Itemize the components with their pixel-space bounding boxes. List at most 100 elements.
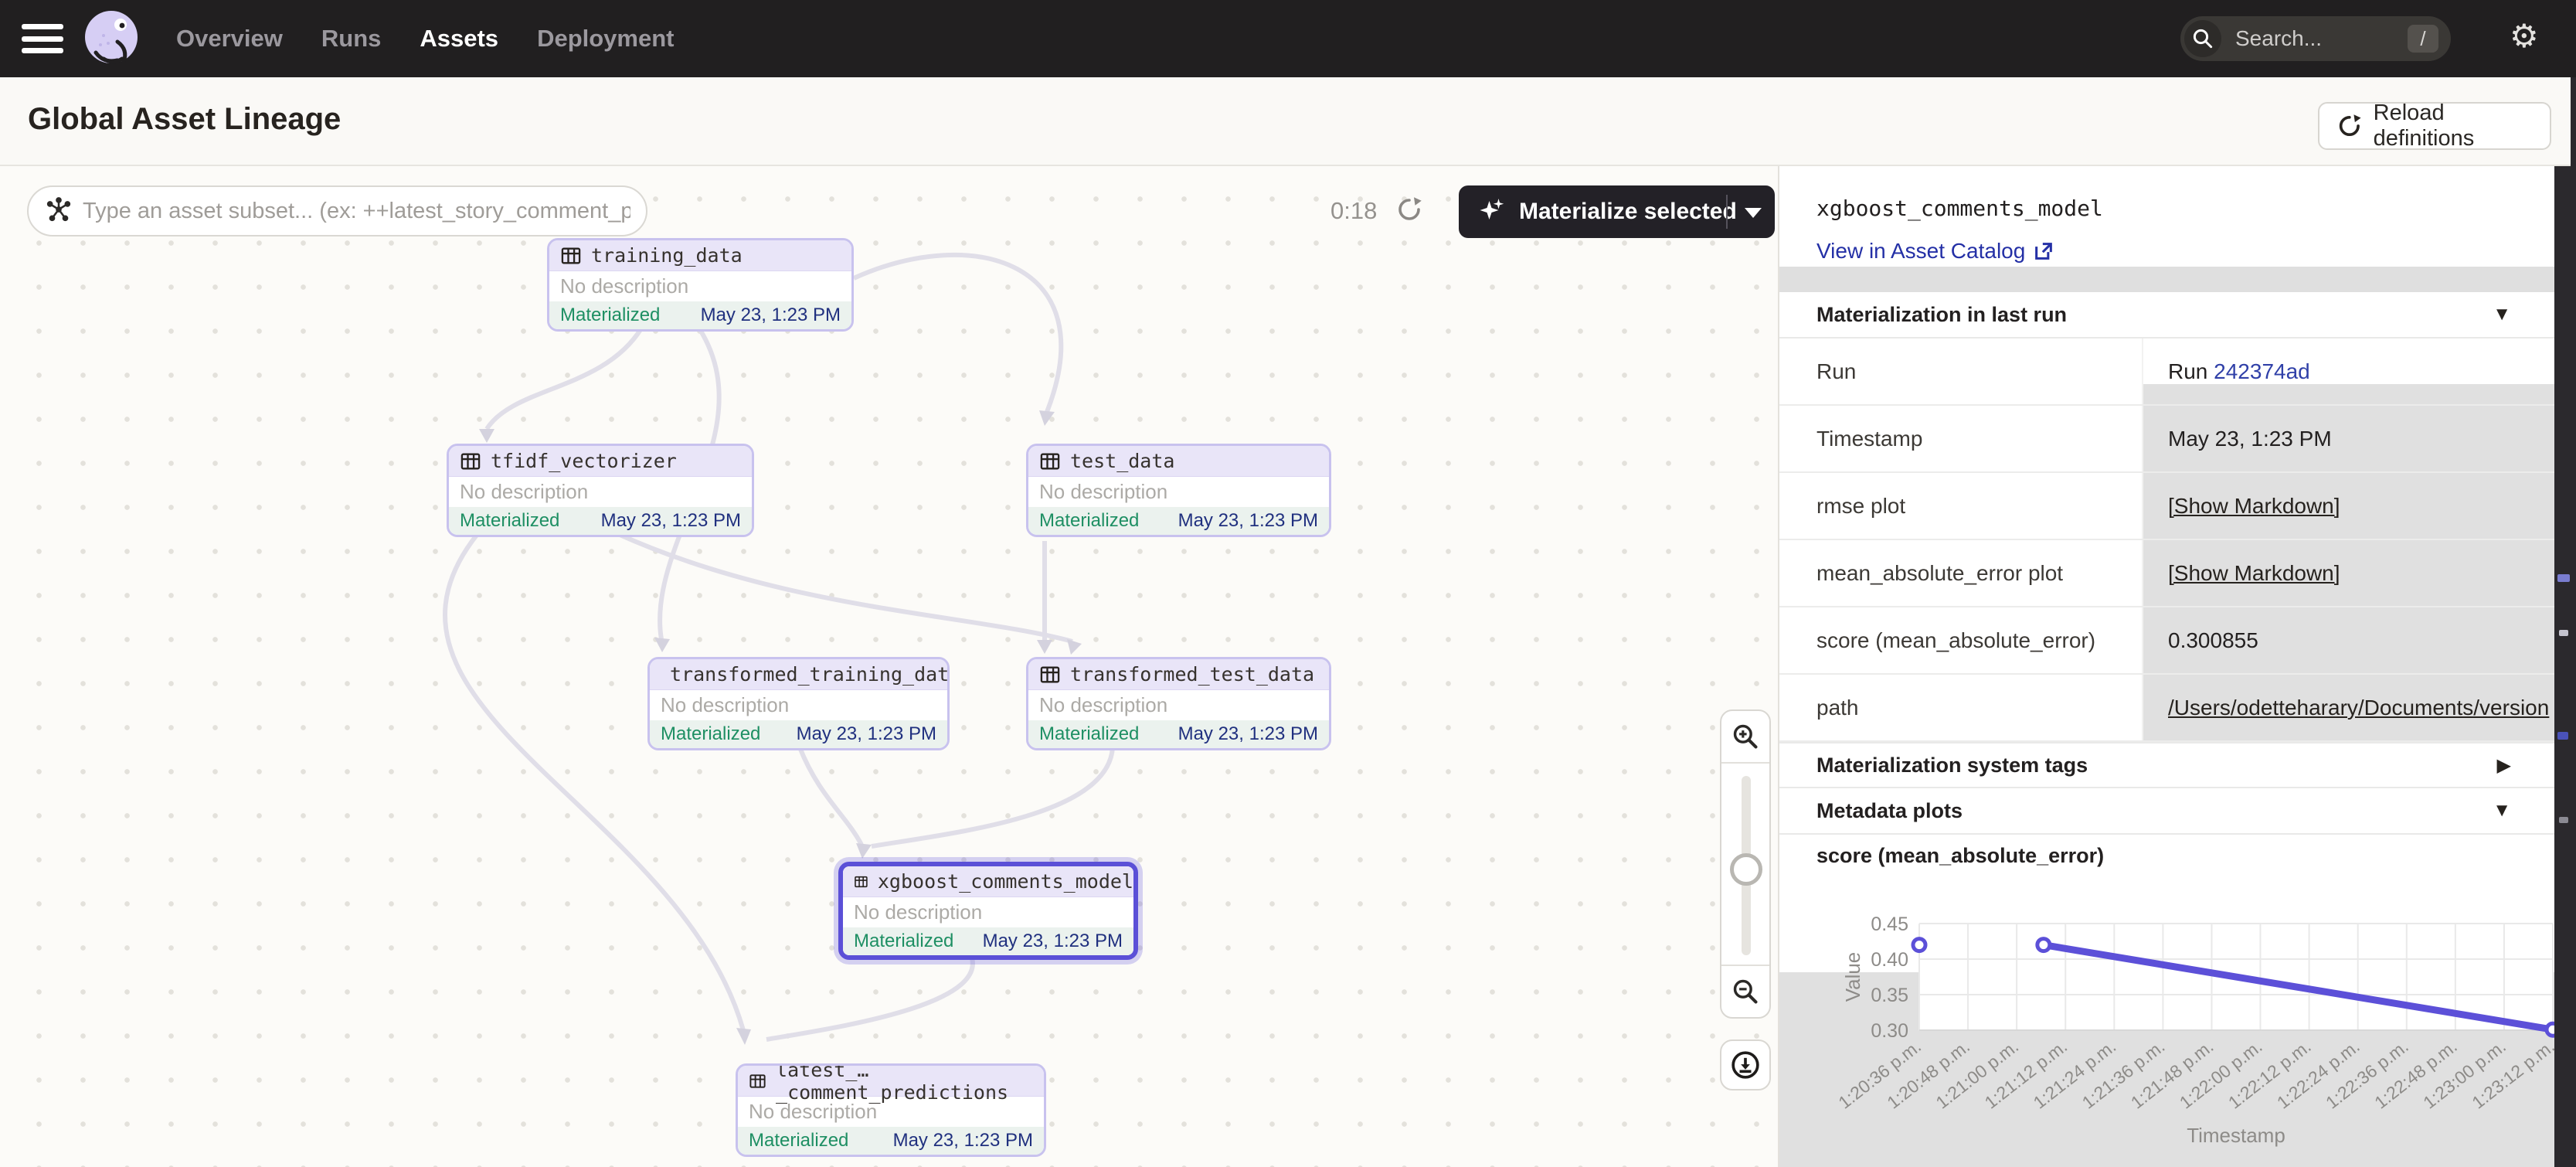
- node-timestamp: May 23, 1:23 PM: [797, 723, 936, 745]
- table-icon: [1039, 451, 1061, 472]
- metadata-row-Run: RunRun 242374ad: [1779, 339, 2556, 406]
- score-line-chart[interactable]: 0.450.400.350.301:20:36 p.m.1:20:48 p.m.…: [1779, 835, 2556, 1167]
- zoom-slider-knob[interactable]: [1730, 853, 1762, 886]
- section-materialization-last-run[interactable]: Materialization in last run ▼: [1779, 292, 2556, 339]
- metadata-value[interactable]: [Show Markdown]: [2142, 540, 2556, 606]
- node-description: No description: [843, 897, 1133, 927]
- chevron-right-icon: ▶: [2497, 754, 2511, 777]
- node-footer: Materialized May 23, 1:23 PM: [738, 1127, 1044, 1155]
- node-status: Materialized: [749, 1130, 848, 1152]
- download-icon: [1730, 1050, 1761, 1080]
- metadata-value[interactable]: Run 242374ad: [2142, 339, 2556, 404]
- external-link-icon: [2033, 240, 2054, 262]
- asset-node-latest_-_comment_predictions[interactable]: latest_…_comment_predictionsNo descripti…: [736, 1063, 1046, 1157]
- chevron-down-icon: ▼: [2493, 304, 2511, 325]
- node-header: test_data: [1028, 446, 1329, 477]
- metadata-row-score-mean_absolute_error-: score (mean_absolute_error)0.300855: [1779, 607, 2556, 675]
- asset-lineage-graph[interactable]: training_data No description Materialized M…: [0, 166, 1778, 1167]
- node-name: tfidf_vectorizer: [491, 450, 677, 472]
- asset-subset-input[interactable]: [83, 199, 630, 224]
- sparkle-icon: [1479, 196, 1507, 228]
- search-placeholder: Search...: [2235, 26, 2408, 51]
- section-metadata-plots[interactable]: Metadata plots ▼: [1779, 788, 2556, 835]
- metadata-row-mean_absolute_error-plot: mean_absolute_error plot [Show Markdown]: [1779, 540, 2556, 607]
- nav-item-deployment[interactable]: Deployment: [537, 25, 674, 53]
- top-nav: Overview Runs Assets Deployment Search... /…: [0, 0, 2576, 77]
- section-label: Materialization system tags: [1816, 754, 2088, 777]
- value-link[interactable]: [Show Markdown]: [2168, 561, 2340, 585]
- node-name: transformed_training_data: [670, 663, 950, 686]
- asset-graph-icon: [46, 196, 72, 226]
- view-in-asset-catalog-link[interactable]: View in Asset Catalog: [1816, 239, 2054, 264]
- node-header: training_data: [549, 240, 851, 271]
- chevron-down-icon: ▼: [2493, 800, 2511, 822]
- node-header: latest_…_comment_predictions: [738, 1066, 1044, 1097]
- node-name: xgboost_comments_model: [878, 870, 1133, 893]
- nav-item-runs[interactable]: Runs: [321, 25, 382, 53]
- section-materialization-system-tags[interactable]: Materialization system tags ▶: [1779, 742, 2556, 788]
- materialize-dropdown-caret[interactable]: [1745, 208, 1762, 218]
- metadata-value[interactable]: /Users/odetteharary/Documents/version: [2142, 675, 2556, 740]
- node-footer: MaterializedMay 23, 1:23 PM: [449, 507, 752, 535]
- timer-refresh-icon[interactable]: [1395, 196, 1423, 227]
- node-header: tfidf_vectorizer: [449, 446, 752, 477]
- panel-scrollbar-track[interactable]: [1779, 267, 2556, 292]
- nav-item-assets[interactable]: Assets: [420, 25, 498, 53]
- settings-gear-icon[interactable]: ⚙: [2510, 17, 2539, 55]
- asset-name-title: xgboost_comments_model: [1816, 196, 2103, 221]
- dagster-logo-icon[interactable]: [77, 5, 145, 77]
- run-id-link[interactable]: 242374ad: [2214, 359, 2310, 383]
- search-bar[interactable]: Search... /: [2180, 16, 2451, 61]
- node-footer: Materialized May 23, 1:23 PM: [1028, 507, 1329, 535]
- node-name: transformed_test_data: [1070, 663, 1314, 686]
- node-name: training_data: [591, 244, 743, 267]
- node-status: Materialized: [1039, 723, 1139, 745]
- node-status: Materialized: [854, 931, 953, 952]
- table-icon: [460, 451, 481, 472]
- menu-icon[interactable]: [22, 24, 63, 53]
- nav-item-overview[interactable]: Overview: [176, 25, 283, 53]
- materialize-selected-button[interactable]: Materialize selected: [1459, 185, 1775, 238]
- table-icon: [854, 871, 868, 893]
- refresh-timer: 0:18: [1330, 197, 1377, 225]
- metadata-value: 0.300855: [2142, 607, 2556, 673]
- reload-definitions-button[interactable]: Reload definitions: [2318, 102, 2551, 150]
- metadata-table: RunRun 242374adTimestampMay 23, 1:23 PMr…: [1779, 339, 2556, 742]
- asset-node-transformed_test_data[interactable]: transformed_test_data No description Mater…: [1026, 657, 1331, 750]
- node-header: xgboost_comments_model: [843, 866, 1133, 897]
- node-description: No description: [1028, 690, 1329, 720]
- download-graph-button[interactable]: [1720, 1039, 1771, 1090]
- dagster-app: Overview Runs Assets Deployment Search... /…: [0, 0, 2576, 1167]
- svg-text:0.40: 0.40: [1871, 949, 1908, 971]
- asset-node-test_data[interactable]: test_dataNo description Materialized May 2…: [1026, 444, 1331, 537]
- asset-node-training_data[interactable]: training_dataNo descriptionMaterializedM…: [547, 238, 854, 332]
- metadata-key: score (mean_absolute_error): [1779, 607, 2142, 673]
- zoom-out-button[interactable]: [1721, 965, 1769, 1017]
- asset-node-xgboost_comments_model[interactable]: xgboost_comments_model No description Mate…: [838, 862, 1138, 960]
- metadata-key: mean_absolute_error plot: [1779, 540, 2142, 606]
- section-label: Materialization in last run: [1816, 303, 2067, 327]
- asset-node-transformed_training_data[interactable]: transformed_training_dataNo descriptionM…: [647, 657, 950, 750]
- metadata-row-path: path/Users/odetteharary/Documents/versio…: [1779, 675, 2556, 742]
- right-scrollbar[interactable]: [2554, 166, 2576, 1167]
- zoom-in-button[interactable]: [1721, 711, 1769, 764]
- node-header: transformed_test_data: [1028, 659, 1329, 690]
- node-status: Materialized: [1039, 510, 1139, 532]
- chart-title: score (mean_absolute_error): [1816, 844, 2104, 868]
- node-description: No description: [1028, 477, 1329, 507]
- button-divider: [1726, 195, 1728, 229]
- asset-node-tfidf_vectorizer[interactable]: tfidf_vectorizerNo descriptionMaterializ…: [447, 444, 754, 537]
- asset-details-panel: xgboost_comments_model View in Asset Cat…: [1778, 166, 2554, 1167]
- metadata-row-Timestamp: TimestampMay 23, 1:23 PM: [1779, 406, 2556, 473]
- metadata-value: May 23, 1:23 PM: [2142, 406, 2556, 471]
- value-link[interactable]: [Show Markdown]: [2168, 494, 2340, 518]
- value-link[interactable]: /Users/odetteharary/Documents/version: [2168, 696, 2549, 720]
- metadata-key: Timestamp: [1779, 406, 2142, 471]
- node-timestamp: May 23, 1:23 PM: [1178, 510, 1318, 532]
- table-icon: [1039, 664, 1061, 686]
- materialize-selected-label: Materialize selected: [1519, 199, 1737, 225]
- node-timestamp: May 23, 1:23 PM: [893, 1130, 1033, 1152]
- metadata-row-rmse-plot: rmse plot[Show Markdown]: [1779, 473, 2556, 540]
- node-name: latest_…_comment_predictions: [776, 1063, 1044, 1104]
- metadata-value[interactable]: [Show Markdown]: [2142, 473, 2556, 539]
